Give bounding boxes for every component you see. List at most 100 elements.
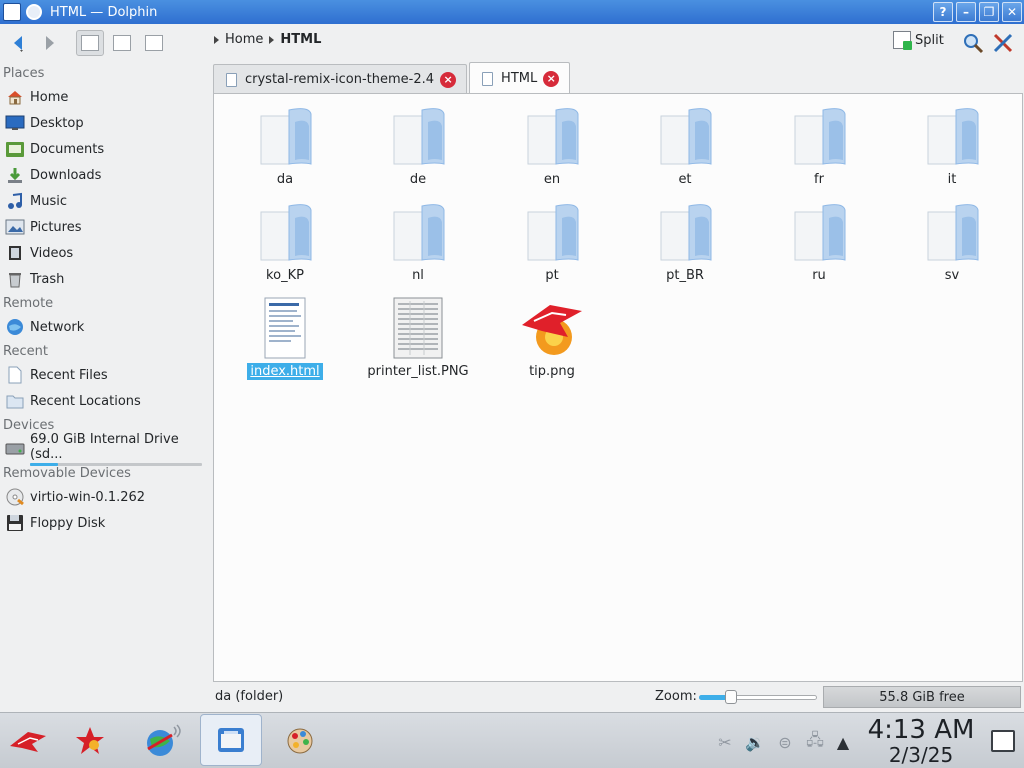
- harddrive-icon: [5, 439, 25, 459]
- taskbar-paint[interactable]: [278, 719, 322, 763]
- tab-label: HTML: [501, 71, 538, 86]
- place-item[interactable]: Music: [0, 188, 210, 214]
- dolphin-app-icon[interactable]: [3, 3, 21, 21]
- folder-tab-icon: [226, 72, 237, 87]
- place-item[interactable]: Recent Files: [0, 362, 210, 388]
- file-name: da: [276, 172, 294, 187]
- places-section-heading: Places: [3, 65, 45, 81]
- tray-volume[interactable]: 🔉: [744, 731, 766, 753]
- forward-button[interactable]: [36, 30, 62, 56]
- clock-date[interactable]: 2/3/25: [866, 743, 976, 767]
- file-name: fr: [814, 172, 824, 187]
- compact-view-button[interactable]: [108, 30, 136, 56]
- file-item[interactable]: pt_BR: [635, 200, 735, 284]
- taskbar-dolphin[interactable]: [200, 714, 262, 766]
- place-item[interactable]: Pictures: [0, 214, 210, 240]
- place-item[interactable]: virtio-win-0.1.262: [0, 484, 210, 510]
- places-section-heading: Recent: [3, 343, 48, 359]
- tab-close-icon[interactable]: ×: [440, 71, 457, 88]
- close-button[interactable]: ✕: [1002, 2, 1022, 22]
- places-section-heading: Remote: [3, 295, 54, 311]
- zoom-label: Zoom:: [655, 689, 697, 704]
- place-item[interactable]: 69.0 GiB Internal Drive (sd...: [0, 432, 210, 466]
- tray-expand[interactable]: ▲: [832, 731, 854, 753]
- compact-view-icon: [113, 35, 131, 51]
- file-item[interactable]: pt: [502, 200, 602, 284]
- floppy-icon: [5, 513, 25, 533]
- place-item[interactable]: Videos: [0, 240, 210, 266]
- place-item-label: Floppy Disk: [30, 515, 106, 531]
- details-view-button[interactable]: [140, 30, 168, 56]
- split-button[interactable]: Split: [893, 31, 944, 50]
- file-item[interactable]: tip.png: [502, 296, 602, 380]
- place-item[interactable]: Documents: [0, 136, 210, 162]
- place-item[interactable]: Floppy Disk: [0, 510, 210, 536]
- tray-updates[interactable]: ⊜: [774, 731, 796, 753]
- place-item[interactable]: Network: [0, 314, 210, 340]
- file-item[interactable]: fr: [769, 104, 869, 188]
- tab[interactable]: HTML ×: [469, 62, 571, 94]
- file-item[interactable]: nl: [368, 200, 468, 284]
- file-item[interactable]: index.html: [235, 296, 335, 380]
- tray-clipboard[interactable]: ✂: [714, 731, 736, 753]
- documents-icon: [5, 139, 25, 159]
- clock-time[interactable]: 4:13 AM: [866, 715, 976, 745]
- folder-icon: [253, 104, 317, 168]
- zoom-slider-handle[interactable]: [724, 690, 737, 704]
- file-item[interactable]: sv: [902, 200, 1002, 284]
- breadcrumb-home[interactable]: Home: [225, 32, 263, 47]
- file-name: pt: [545, 268, 559, 283]
- desktop-icon: [5, 113, 25, 133]
- tray-network[interactable]: 🖧: [804, 730, 826, 753]
- app-launcher-button[interactable]: [6, 719, 50, 763]
- configure-button[interactable]: [992, 32, 1014, 54]
- back-button[interactable]: [6, 30, 32, 56]
- icons-view-button[interactable]: [76, 30, 104, 56]
- file-item[interactable]: de: [368, 104, 468, 188]
- taskbar-browser[interactable]: [140, 719, 184, 763]
- tab[interactable]: crystal-remix-icon-theme-2.4 ×: [213, 64, 468, 94]
- file-item[interactable]: et: [635, 104, 735, 188]
- folder-icon: [386, 200, 450, 264]
- minimize-button[interactable]: –: [956, 2, 976, 22]
- file-item[interactable]: printer_list.PNG: [367, 296, 469, 380]
- search-icon: [964, 34, 984, 54]
- trash-icon: [5, 269, 25, 289]
- folder-icon: [920, 104, 984, 168]
- file-view[interactable]: da de en et fr it ko_KP nl pt pt_BR ru sv index.html…: [213, 93, 1023, 682]
- file-item[interactable]: it: [902, 104, 1002, 188]
- maximize-button[interactable]: ❐: [979, 2, 999, 22]
- show-desktop-button[interactable]: [991, 730, 1015, 752]
- folder-icon: [653, 200, 717, 264]
- zoom-slider[interactable]: [699, 690, 817, 704]
- help-button[interactable]: ?: [933, 2, 953, 22]
- home-icon: [5, 87, 25, 107]
- search-button[interactable]: [962, 32, 984, 54]
- file-manager-icon: [218, 728, 244, 752]
- status-text: da (folder): [215, 689, 284, 704]
- place-item-label: Recent Locations: [30, 393, 141, 409]
- breadcrumb-html[interactable]: HTML: [280, 32, 321, 47]
- place-item[interactable]: Desktop: [0, 110, 210, 136]
- free-space-label: 55.8 GiB free: [879, 689, 965, 705]
- place-item[interactable]: Trash: [0, 266, 210, 292]
- split-view-icon: [893, 31, 912, 50]
- pin-icon[interactable]: [26, 4, 42, 20]
- breadcrumb-separator-icon[interactable]: [269, 35, 275, 44]
- tab-label: crystal-remix-icon-theme-2.4: [245, 72, 435, 87]
- place-item[interactable]: Home: [0, 84, 210, 110]
- free-space-indicator[interactable]: 55.8 GiB free: [823, 686, 1021, 708]
- browser-globe-icon: [147, 724, 181, 756]
- place-item[interactable]: Downloads: [0, 162, 210, 188]
- place-item[interactable]: Recent Locations: [0, 388, 210, 414]
- file-item[interactable]: en: [502, 104, 602, 188]
- tab-close-icon[interactable]: ×: [543, 70, 560, 87]
- file-item[interactable]: ko_KP: [235, 200, 335, 284]
- window-title: HTML — Dolphin: [50, 4, 158, 20]
- file-item[interactable]: da: [235, 104, 335, 188]
- breadcrumb-separator-icon[interactable]: [214, 35, 219, 44]
- scissors-icon: ✂: [718, 732, 732, 752]
- place-item-label: Documents: [30, 141, 105, 157]
- file-item[interactable]: ru: [769, 200, 869, 284]
- taskbar-app-1[interactable]: [68, 719, 112, 763]
